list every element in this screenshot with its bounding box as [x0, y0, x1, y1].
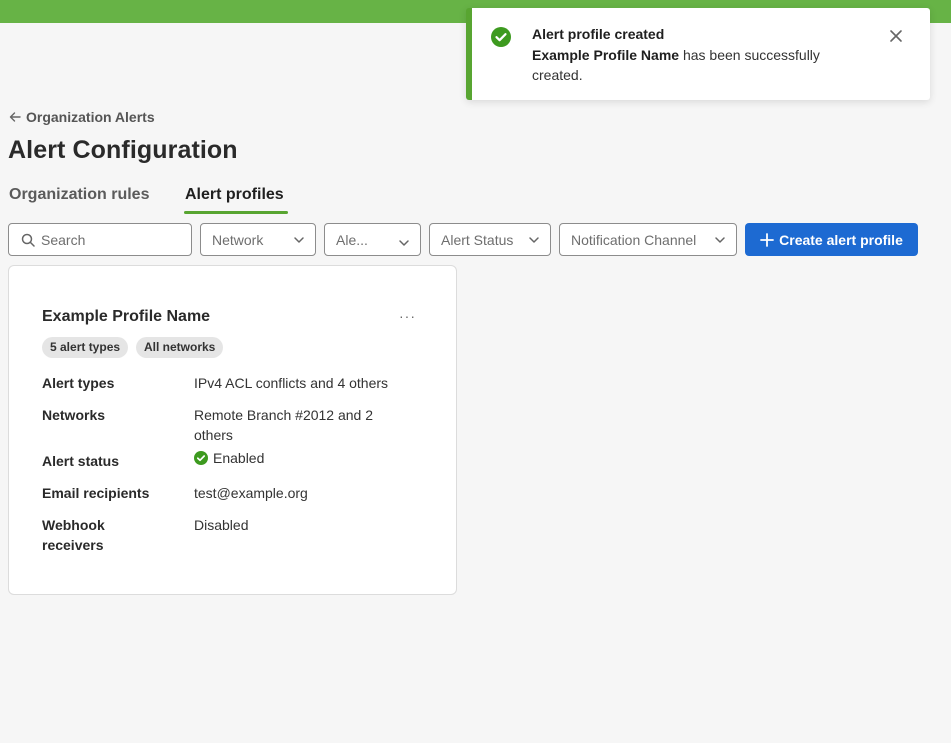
- email-recipients-label: Email recipients: [42, 485, 150, 501]
- tab-alert-profiles[interactable]: Alert profiles: [185, 186, 284, 204]
- check-circle-icon: [491, 27, 511, 47]
- network-filter-dropdown[interactable]: Network: [200, 223, 316, 256]
- notification-channel-filter-dropdown[interactable]: Notification Channel: [559, 223, 737, 256]
- close-icon[interactable]: [888, 28, 904, 44]
- networks-label: Networks: [42, 407, 106, 423]
- alert-types-badge: 5 alert types: [42, 337, 129, 358]
- email-recipients-value: test@example.org: [194, 485, 308, 501]
- check-circle-icon: [194, 451, 208, 465]
- webhook-receivers-value: Disabled: [194, 517, 249, 533]
- alert-types-label: Alert types: [42, 375, 115, 391]
- back-link-label: Organization Alerts: [26, 109, 155, 125]
- network-filter-label: Network: [212, 231, 264, 248]
- active-tab-indicator: [184, 211, 288, 214]
- networks-value: Remote Branch #2012 and 2 others: [194, 407, 374, 443]
- page-title: Alert Configuration: [8, 136, 238, 164]
- toast-message: Example Profile Name has been successful…: [532, 45, 852, 85]
- alert-status-label: Alert status: [42, 453, 120, 469]
- success-toast: Alert profile created Example Profile Na…: [466, 8, 930, 100]
- alert-status-value: Enabled: [194, 448, 424, 468]
- chevron-down-icon: [529, 237, 539, 243]
- toast-title: Alert profile created: [532, 26, 665, 42]
- alert-types-value: IPv4 ACL conflicts and 4 others: [194, 375, 389, 391]
- arrow-left-icon: [9, 112, 21, 122]
- search-placeholder: Search: [41, 231, 86, 248]
- alert-status-filter-dropdown[interactable]: Alert Status: [429, 223, 551, 256]
- alert-status-text: Enabled: [213, 450, 265, 466]
- networks-badge: All networks: [136, 337, 224, 358]
- create-alert-profile-label: Create alert profile: [779, 231, 903, 248]
- alert-type-filter-label: Ale...: [336, 231, 368, 248]
- more-options-icon[interactable]: ···: [399, 308, 416, 324]
- alert-status-filter-label: Alert Status: [441, 231, 514, 248]
- notification-channel-filter-label: Notification Channel: [571, 231, 697, 248]
- profile-name: Example Profile Name: [42, 308, 211, 325]
- chevron-down-icon: [399, 240, 409, 246]
- alert-type-filter-dropdown[interactable]: Ale...: [324, 223, 421, 256]
- webhook-receivers-label: Webhook receivers: [42, 517, 105, 553]
- chevron-down-icon: [715, 237, 725, 243]
- back-link[interactable]: Organization Alerts: [9, 109, 155, 125]
- chevron-down-icon: [294, 237, 304, 243]
- search-input[interactable]: Search: [8, 223, 192, 256]
- create-alert-profile-button[interactable]: Create alert profile: [745, 223, 918, 256]
- tab-organization-rules[interactable]: Organization rules: [9, 186, 149, 204]
- alert-profile-card[interactable]: Example Profile Name ··· 5 alert types A…: [8, 265, 457, 595]
- search-icon: [21, 233, 35, 247]
- toast-profile-name: Example Profile Name: [532, 47, 680, 63]
- plus-icon: [760, 232, 775, 247]
